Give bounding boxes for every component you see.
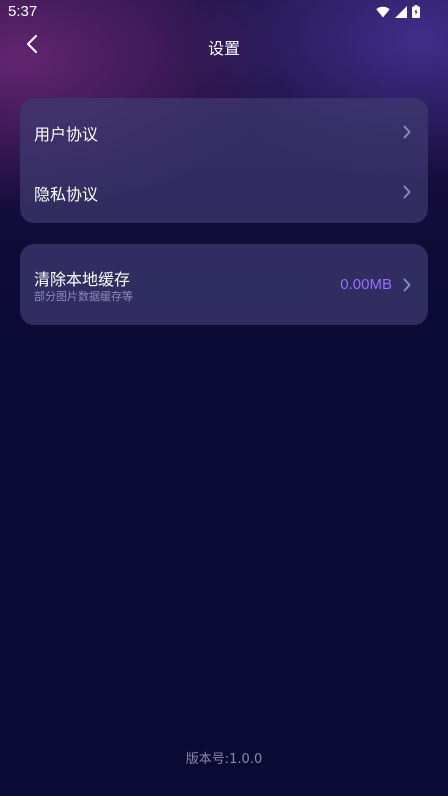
page-title: 设置 <box>207 39 240 58</box>
chevron-right-icon <box>402 184 412 199</box>
clear-cache-label: 清除本地缓存 <box>34 270 131 289</box>
signal-icon <box>395 3 407 22</box>
version-text: 版本号:1.0.0 <box>185 752 263 767</box>
cache-size-value: 0.00MB <box>340 276 392 293</box>
clear-cache-description: 部分图片数据缓存等 <box>34 290 133 303</box>
chevron-right-icon <box>402 124 412 139</box>
user-agreement-label: 用户协议 <box>34 125 99 144</box>
battery-icon <box>412 3 420 22</box>
status-icons <box>376 3 420 22</box>
status-bar: 5:37 <box>0 0 448 26</box>
privacy-policy-row[interactable]: 隐私协议 <box>20 160 428 220</box>
status-time: 5:37 <box>8 3 38 20</box>
user-agreement-row[interactable]: 用户协议 <box>20 100 428 160</box>
clear-cache-card[interactable]: 清除本地缓存 部分图片数据缓存等 0.00MB <box>20 244 428 325</box>
wifi-icon <box>376 3 390 22</box>
chevron-right-icon <box>402 277 412 292</box>
top-bar: 设置 <box>0 26 448 66</box>
privacy-policy-label: 隐私协议 <box>34 185 99 204</box>
agreements-card: 用户协议 隐私协议 <box>20 98 428 223</box>
